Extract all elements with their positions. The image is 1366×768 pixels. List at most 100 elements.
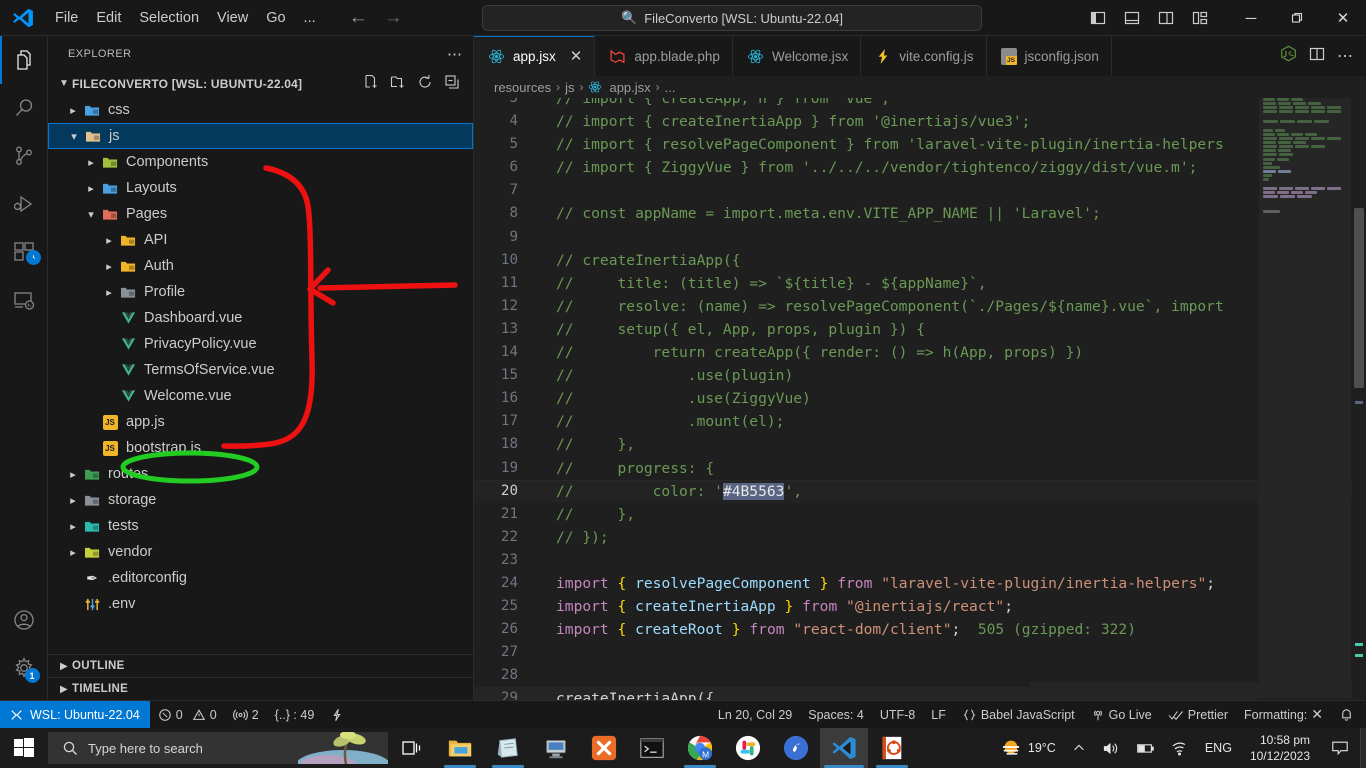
activity-item-remote-explorer[interactable] (0, 276, 48, 324)
status-prettier[interactable]: Prettier (1160, 701, 1236, 729)
tree-item-termsofservice-vue[interactable]: TermsOfService.vue (48, 357, 473, 383)
code-line[interactable]: 11 // title: (title) => `${title} - ${app… (474, 272, 1366, 295)
status-lightning[interactable] (322, 701, 352, 729)
tree-item--editorconfig[interactable]: ✒ .editorconfig (48, 565, 473, 591)
minimap[interactable] (1259, 98, 1351, 700)
timeline-panel-header[interactable]: ▶ TIMELINE (48, 677, 473, 700)
activity-item-run-and-debug[interactable] (0, 180, 48, 228)
tree-item--env[interactable]: .env (48, 591, 473, 617)
minimap-slider[interactable] (1259, 98, 1351, 698)
tree-item-api[interactable]: ▸ API (48, 227, 473, 253)
taskbar-app-notepad[interactable] (484, 728, 532, 768)
breadcrumb-segment[interactable]: ... (665, 80, 676, 95)
command-center-search[interactable]: 🔍 FileConverto [WSL: Ubuntu-22.04] (482, 5, 982, 31)
status-indentation[interactable]: Spaces: 4 (800, 701, 872, 729)
status-ports[interactable]: 2 (225, 701, 267, 729)
code-line[interactable]: 23 (474, 549, 1366, 572)
clock[interactable]: 10:58 pm 10/12/2023 (1240, 728, 1320, 768)
tree-item-js[interactable]: ▾ js (48, 123, 473, 149)
code-line[interactable]: 10 // createInertiaApp({ (474, 249, 1366, 272)
code-line[interactable]: 27 (474, 641, 1366, 664)
editor-tab-app-jsx[interactable]: app.jsx ✕ (474, 36, 596, 76)
new-folder-icon[interactable] (390, 74, 406, 93)
code-line[interactable]: 17 // .mount(el); (474, 410, 1366, 433)
go-back-icon[interactable]: ← (349, 7, 368, 29)
code-line[interactable]: 18 // }, (474, 433, 1366, 456)
code-lines[interactable]: 3 // import { createApp, h } from 'vue'; 4… (474, 98, 1366, 700)
chevron-down-icon[interactable]: ▾ (82, 208, 100, 221)
tree-item-bootstrap-js[interactable]: JS bootstrap.js (48, 435, 473, 461)
chevron-right-icon[interactable]: ▸ (64, 468, 82, 481)
outline-panel-header[interactable]: ▶ OUTLINE (48, 654, 473, 677)
collapse-all-icon[interactable] (444, 74, 460, 93)
status-encoding[interactable]: UTF-8 (872, 701, 923, 729)
editor-tab-welcome-jsx[interactable]: Welcome.jsx (732, 36, 862, 76)
code-line[interactable]: 26 import { createRoot } from "react-dom/… (474, 618, 1366, 641)
tree-item-tests[interactable]: ▸ tests (48, 513, 473, 539)
code-line[interactable]: 20 // color: '#4B5563', (474, 479, 1366, 503)
toggle-secondary-sidebar-icon[interactable] (1152, 4, 1180, 32)
chevron-right-icon[interactable]: ▸ (100, 234, 118, 247)
tree-item-welcome-vue[interactable]: Welcome.vue (48, 383, 473, 409)
notification-center-button[interactable] (1320, 728, 1360, 768)
volume-button[interactable] (1094, 728, 1127, 768)
activity-item-explorer[interactable] (0, 36, 48, 84)
chevron-down-icon[interactable]: ▾ (65, 130, 83, 143)
chevron-right-icon[interactable]: ▸ (64, 494, 82, 507)
menu-go[interactable]: Go (257, 6, 294, 30)
maximize-button[interactable] (1274, 0, 1320, 36)
editor-tab-vite-config-js[interactable]: vite.config.js (861, 36, 987, 76)
toggle-panel-icon[interactable] (1118, 4, 1146, 32)
status-problems[interactable]: 0 0 (150, 701, 225, 729)
code-line[interactable]: 14 // return createApp({ render: () => h(… (474, 341, 1366, 364)
chevron-right-icon[interactable]: ▸ (64, 104, 82, 117)
activity-item-source-control[interactable] (0, 132, 48, 180)
taskbar-app-remote-desktop[interactable] (532, 728, 580, 768)
workspace-root-row[interactable]: ▼ FILECONVERTO [WSL: UBUNTU-22.04] (48, 71, 473, 96)
status-remote-indicator[interactable]: WSL: Ubuntu-22.04 (0, 700, 150, 729)
breadcrumb-segment[interactable]: app.jsx (609, 80, 650, 95)
code-line[interactable]: 7 (474, 179, 1366, 202)
menu-file[interactable]: File (46, 6, 87, 30)
taskbar-app-ubuntu[interactable] (868, 728, 916, 768)
menu-selection[interactable]: Selection (130, 6, 208, 30)
taskbar-app-vscode[interactable] (820, 728, 868, 768)
menu-edit[interactable]: Edit (87, 6, 130, 30)
editor-tab-app-blade-php[interactable]: app.blade.php (595, 36, 733, 76)
code-line[interactable]: 25 import { createInertiaApp } from "@ine… (474, 595, 1366, 618)
chevron-right-icon[interactable]: ▸ (64, 546, 82, 559)
taskbar-app-postman[interactable] (772, 728, 820, 768)
network-button[interactable] (1163, 728, 1197, 768)
status-formatting-cancel-icon[interactable]: ✕ (1311, 706, 1323, 723)
activity-item-accounts[interactable] (0, 596, 48, 644)
close-icon[interactable]: ✕ (570, 47, 583, 65)
scrollbar-thumb[interactable] (1354, 208, 1364, 388)
code-line[interactable]: 21 // }, (474, 503, 1366, 526)
editor-tab-jsconfig-json[interactable]: JS jsconfig.json (986, 36, 1112, 76)
code-line[interactable]: 3 // import { createApp, h } from 'vue'; (474, 98, 1366, 110)
tree-item-components[interactable]: ▸ Components (48, 149, 473, 175)
status-eol[interactable]: LF (923, 701, 954, 729)
activity-item-settings[interactable]: 1 (0, 644, 48, 692)
code-line[interactable]: 9 (474, 226, 1366, 249)
show-desktop-button[interactable] (1360, 728, 1366, 768)
tree-item-pages[interactable]: ▾ Pages (48, 201, 473, 227)
customize-layout-icon[interactable] (1186, 4, 1214, 32)
split-editor-icon[interactable] (1309, 46, 1325, 67)
chevron-right-icon[interactable]: ▸ (64, 520, 82, 533)
nodejs-icon[interactable] (1280, 45, 1297, 67)
taskbar-search-box[interactable]: Type here to search (48, 732, 388, 764)
taskbar-app-chrome[interactable]: M (676, 728, 724, 768)
file-tree[interactable]: ▸ css ▾ js ▸ Components ▸ Layouts ▾ Pages ▸ API ▸ Aut… (48, 96, 473, 654)
battery-button[interactable] (1127, 728, 1163, 768)
code-line[interactable]: 6 // import { ZiggyVue } from '../../../v… (474, 156, 1366, 179)
activity-item-extensions[interactable] (0, 228, 48, 276)
tree-item-privacypolicy-vue[interactable]: PrivacyPolicy.vue (48, 331, 473, 357)
status-notifications[interactable] (1331, 701, 1366, 729)
activity-item-search[interactable] (0, 84, 48, 132)
close-button[interactable]: ✕ (1320, 0, 1366, 36)
code-line[interactable]: 13 // setup({ el, App, props, plugin }) { (474, 318, 1366, 341)
tree-item-layouts[interactable]: ▸ Layouts (48, 175, 473, 201)
code-line[interactable]: 24 import { resolvePageComponent } from "… (474, 572, 1366, 595)
sidebar-more-actions-icon[interactable]: ⋯ (447, 45, 463, 63)
